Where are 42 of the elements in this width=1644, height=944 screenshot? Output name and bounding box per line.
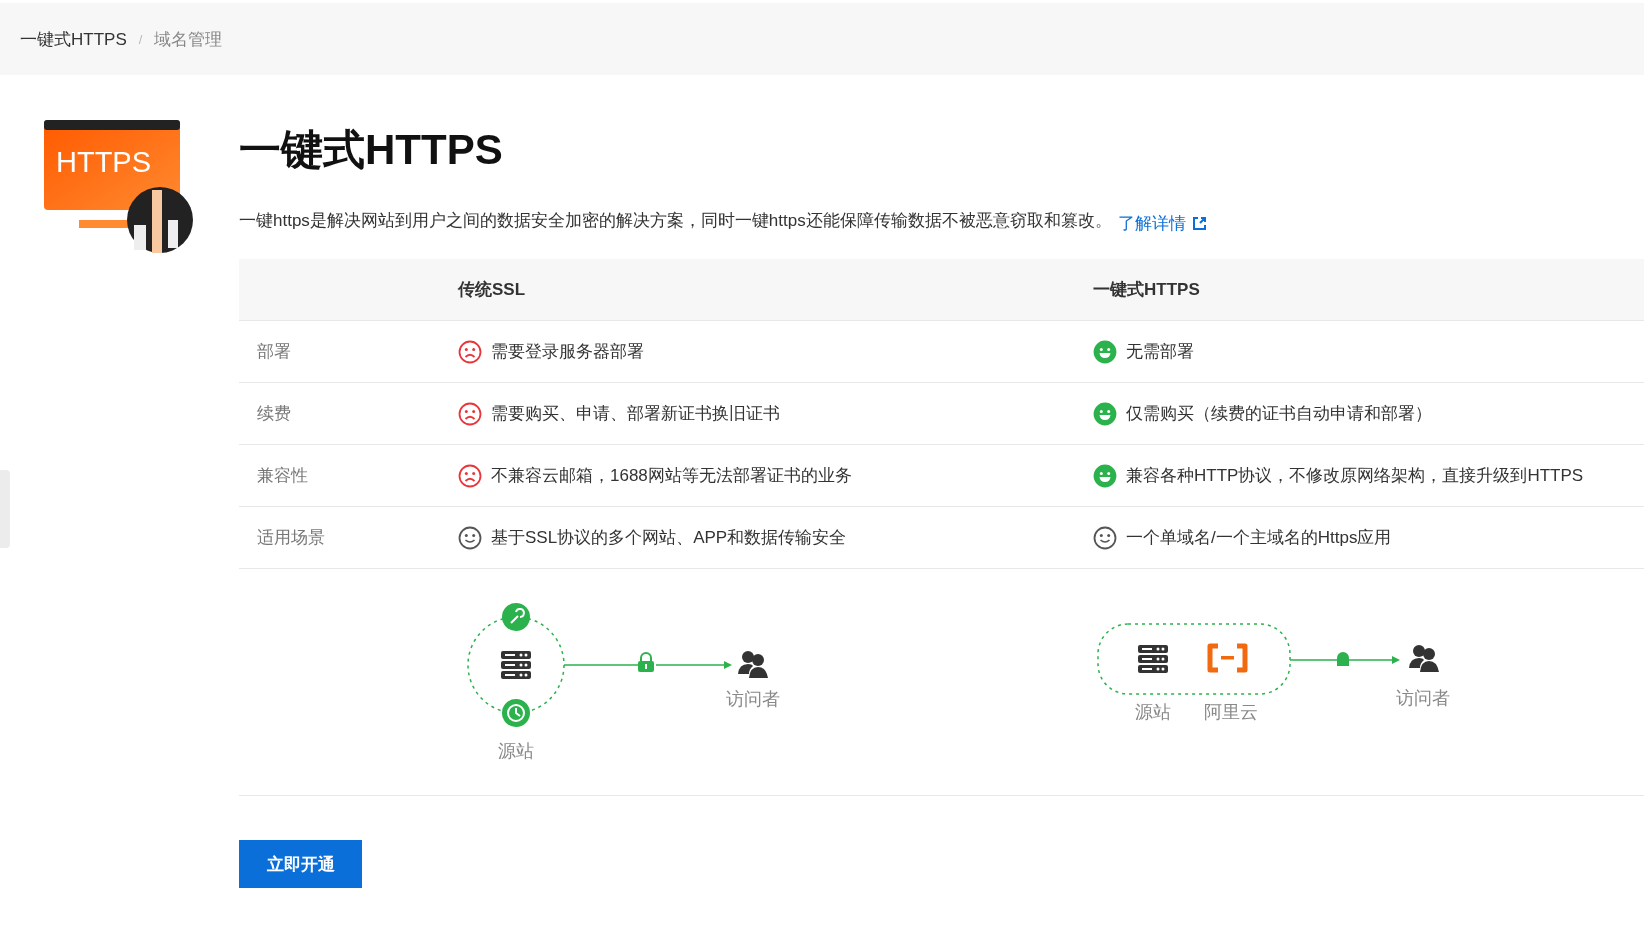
https-logo-drawing: HTTPS — [44, 120, 195, 255]
table-cell-text: 需要登录服务器部署 — [491, 341, 644, 363]
node-label: 阿里云 — [1204, 702, 1258, 722]
users-icon — [1409, 645, 1439, 672]
smiley-face-icon — [1093, 463, 1117, 488]
table-cell-text: 一个单域名/一个主域名的Https应用 — [1126, 527, 1392, 549]
table-cell-text: 基于SSL协议的多个网站、APP和数据传输安全 — [491, 527, 847, 549]
row-label: 部署 — [256, 341, 292, 363]
row-label: 续费 — [256, 403, 292, 425]
smiley-face-icon — [1093, 339, 1117, 364]
server-icon — [1138, 645, 1168, 673]
smiley-face-icon — [1093, 401, 1117, 426]
arrow-line — [1348, 656, 1400, 664]
external-link-icon — [1191, 216, 1207, 231]
description-text: 一键https是解决网站到用户之间的数据安全加密的解决方案，同时一键https还能保障传输数据不被恶意窃取和篡改。 — [239, 210, 1112, 232]
users-icon — [738, 651, 768, 678]
table-cell-text: 需要购买、申请、部署新证书换旧证书 — [491, 403, 780, 425]
row-label: 兼容性 — [256, 465, 309, 487]
node-label: 源站 — [498, 741, 534, 761]
column-header: 一键式HTTPS — [1093, 279, 1201, 301]
neutral-face-icon — [1093, 525, 1117, 550]
activate-button[interactable]: 立即开通 — [239, 840, 362, 888]
sad-face-icon — [458, 339, 482, 364]
breadcrumb-item[interactable]: 一键式HTTPS — [20, 27, 127, 51]
table-cell-text: 兼容各种HTTP协议，不修改原网络架构，直接升级到HTTPS — [1126, 465, 1584, 487]
table-cell-text: 仅需购买（续费的证书自动申请和部署） — [1126, 403, 1432, 425]
learn-more-link[interactable]: 了解详情 — [1117, 212, 1207, 235]
page-title: 一键式HTTPS — [239, 125, 504, 175]
column-header: 传统SSL — [458, 279, 527, 301]
server-icon — [501, 651, 531, 679]
breadcrumb-item: 域名管理 — [154, 28, 223, 51]
table-cell-text: 无需部署 — [1126, 341, 1194, 363]
neutral-face-icon — [458, 525, 482, 550]
node-label: 访问者 — [1396, 688, 1450, 708]
cloud-logo-icon — [1207, 643, 1248, 673]
node-label: 源站 — [1135, 702, 1171, 722]
row-label: 适用场景 — [256, 527, 326, 549]
sad-face-icon — [458, 463, 482, 488]
breadcrumb-separator: / — [138, 31, 143, 47]
node-label: 访问者 — [726, 689, 780, 709]
table-cell-text: 不兼容云邮箱，1688网站等无法部署证书的业务 — [491, 465, 852, 487]
sad-face-icon — [458, 401, 482, 426]
